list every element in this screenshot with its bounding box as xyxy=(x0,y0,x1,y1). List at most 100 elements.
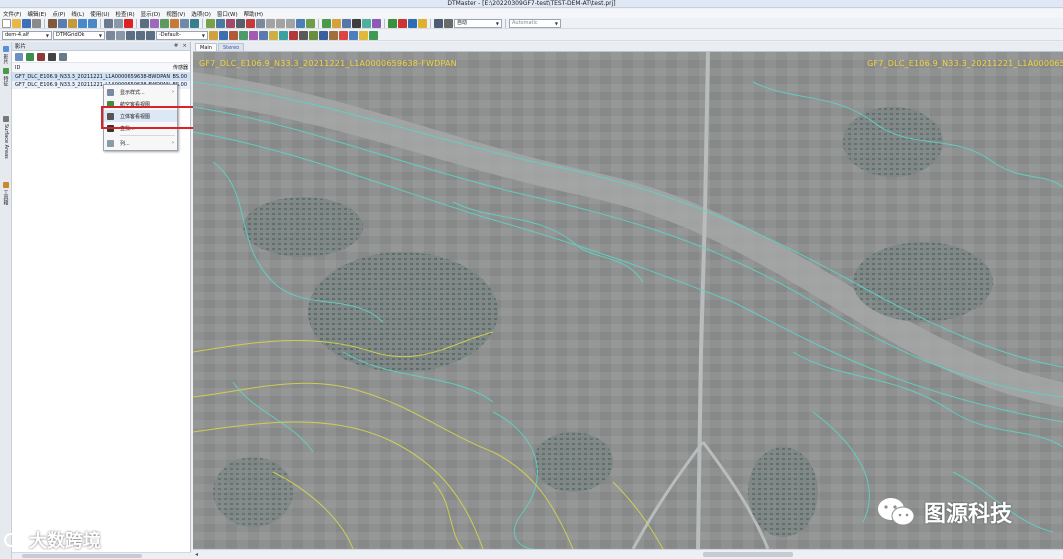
side-tab-toolbox[interactable]: 工具箱 xyxy=(1,182,11,205)
map-horizontal-scrollbar[interactable]: ◂ xyxy=(193,549,1063,559)
edit-i-icon[interactable] xyxy=(299,30,308,40)
menu-display[interactable]: 显示(D) xyxy=(141,10,161,18)
tool-j-icon[interactable] xyxy=(296,18,305,28)
menu-check[interactable]: 检查(R) xyxy=(116,10,135,18)
edit-p-icon[interactable] xyxy=(369,30,378,40)
view-blue-icon[interactable] xyxy=(342,18,351,28)
menu-file[interactable]: 文件(F) xyxy=(3,10,21,18)
save-icon[interactable] xyxy=(22,18,31,28)
palette-icon[interactable] xyxy=(434,18,443,28)
view-yellow-icon[interactable] xyxy=(332,18,341,28)
tool-a-icon[interactable] xyxy=(206,18,215,28)
tool-d-icon[interactable] xyxy=(236,18,245,28)
tool-e-icon[interactable] xyxy=(246,18,255,28)
grid-icon[interactable] xyxy=(140,18,149,28)
edit-l-icon[interactable] xyxy=(329,30,338,40)
add-image-icon[interactable] xyxy=(26,52,34,61)
edit-e-icon[interactable] xyxy=(259,30,268,40)
edit-o-icon[interactable] xyxy=(359,30,368,40)
point-icon[interactable] xyxy=(150,18,159,28)
edit-d-icon[interactable] xyxy=(249,30,258,40)
tab-main[interactable]: Main xyxy=(195,43,217,51)
paste-icon[interactable] xyxy=(68,18,77,28)
menu-help[interactable]: 帮助(H) xyxy=(244,10,263,18)
edit-h-icon[interactable] xyxy=(289,30,298,40)
side-tab-images[interactable]: 影片 xyxy=(1,46,11,64)
scroll-thumb[interactable] xyxy=(703,552,793,557)
print-icon[interactable] xyxy=(32,18,41,28)
pin-icon[interactable]: # xyxy=(174,43,179,49)
new-file-icon[interactable] xyxy=(2,18,11,28)
remove-image-icon[interactable] xyxy=(37,52,45,61)
pencil-icon[interactable] xyxy=(209,30,218,40)
edit-m-icon[interactable] xyxy=(339,30,348,40)
edit-f-icon[interactable] xyxy=(269,30,278,40)
redo-icon[interactable] xyxy=(88,18,97,28)
menu-point[interactable]: 点(P) xyxy=(52,10,65,18)
filter-icon[interactable] xyxy=(190,18,199,28)
layer-green-icon[interactable] xyxy=(388,18,397,28)
scroll-thumb[interactable] xyxy=(22,554,142,558)
tool-i-icon[interactable] xyxy=(286,18,295,28)
side-tab-surface-areas[interactable]: Surface Areas xyxy=(1,116,11,159)
line-icon[interactable] xyxy=(160,18,169,28)
view-green-icon[interactable] xyxy=(322,18,331,28)
side-tab-features[interactable]: 特征 xyxy=(1,68,11,86)
mode-combo[interactable]: Automatic ▼ xyxy=(509,18,561,28)
view-purple-icon[interactable] xyxy=(372,18,381,28)
tab-stereo[interactable]: Stereo xyxy=(217,43,245,51)
menu-item-display-style[interactable]: 显示样式... › xyxy=(104,86,177,98)
dem-combo[interactable]: dem-4.alf ▼ xyxy=(2,30,52,40)
zoom-combo[interactable]: 自动 ▼ xyxy=(454,18,502,28)
layer-blue-icon[interactable] xyxy=(408,18,417,28)
delete-icon[interactable] xyxy=(124,18,133,28)
filter-dropdown-icon[interactable] xyxy=(15,52,23,61)
tool-b-icon[interactable] xyxy=(216,18,225,28)
scroll-left-icon[interactable]: ◂ xyxy=(195,551,198,558)
pointer-icon[interactable] xyxy=(116,30,125,40)
column-sensor[interactable]: 传感器 xyxy=(172,64,189,71)
menu-line[interactable]: 线(L) xyxy=(71,10,84,18)
menu-item-columns[interactable]: 列... › xyxy=(104,137,177,149)
area-icon[interactable] xyxy=(170,18,179,28)
menu-options[interactable]: 选项(O) xyxy=(191,10,211,18)
settings-icon[interactable] xyxy=(106,30,115,40)
measure-icon[interactable] xyxy=(114,18,123,28)
default-combo[interactable]: -Default- ▼ xyxy=(156,30,208,40)
edit-g-icon[interactable] xyxy=(279,30,288,40)
columns-icon[interactable] xyxy=(59,52,67,61)
undo-icon[interactable] xyxy=(78,18,87,28)
grid-combo[interactable]: DTMGridOk ▼ xyxy=(53,30,105,40)
menu-use[interactable]: 使用(U) xyxy=(90,10,109,18)
edit-a-icon[interactable] xyxy=(219,30,228,40)
copy-icon[interactable] xyxy=(58,18,67,28)
edit-k-icon[interactable] xyxy=(319,30,328,40)
view-teal-icon[interactable] xyxy=(362,18,371,28)
edit-c-icon[interactable] xyxy=(239,30,248,40)
tool-f-icon[interactable] xyxy=(256,18,265,28)
edit-b-icon[interactable] xyxy=(229,30,238,40)
edit-j-icon[interactable] xyxy=(309,30,318,40)
view-dark-icon[interactable] xyxy=(352,18,361,28)
zoom-out-icon[interactable] xyxy=(146,30,155,40)
zoom-in-icon[interactable] xyxy=(136,30,145,40)
cut-icon[interactable] xyxy=(48,18,57,28)
select-icon[interactable] xyxy=(104,18,113,28)
layer-yellow-icon[interactable] xyxy=(418,18,427,28)
open-folder-icon[interactable] xyxy=(12,18,21,28)
layer-red-icon[interactable] xyxy=(398,18,407,28)
column-id[interactable]: ID xyxy=(12,65,172,71)
panel-horizontal-scrollbar[interactable] xyxy=(12,552,191,559)
tool-k-icon[interactable] xyxy=(306,18,315,28)
pan-icon[interactable] xyxy=(126,30,135,40)
edit-n-icon[interactable] xyxy=(349,30,358,40)
break-icon[interactable] xyxy=(180,18,189,28)
menu-edit[interactable]: 编辑(E) xyxy=(27,10,46,18)
menu-window[interactable]: 窗口(W) xyxy=(217,10,238,18)
menu-view[interactable]: 视图(V) xyxy=(166,10,185,18)
tool-c-icon[interactable] xyxy=(226,18,235,28)
close-icon[interactable]: × xyxy=(182,43,187,49)
stereo-icon[interactable] xyxy=(48,52,56,61)
display-icon[interactable] xyxy=(444,18,453,28)
tool-h-icon[interactable] xyxy=(276,18,285,28)
